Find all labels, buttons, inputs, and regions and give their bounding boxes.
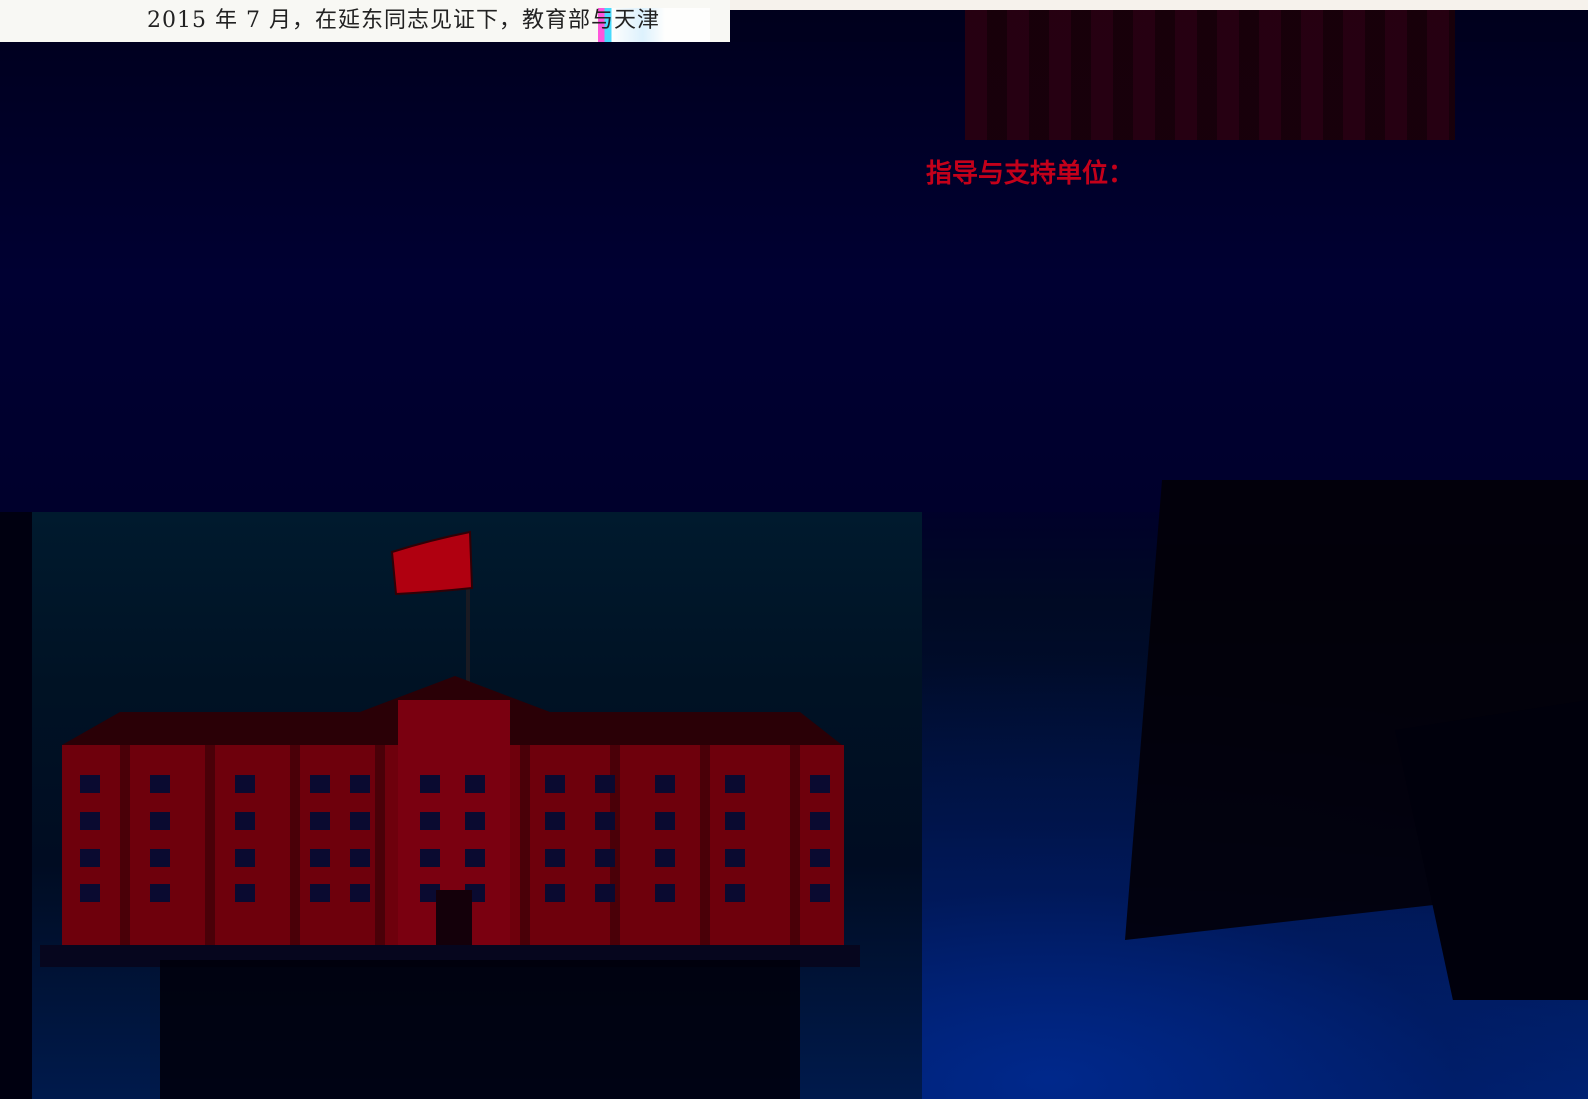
foreground-shadow [160, 960, 800, 1099]
flag-icon [390, 530, 474, 596]
building-entrance [436, 890, 472, 945]
document-text-line: 2015 年 7 月，在延东同志见证下，教育部与天津 [147, 8, 660, 33]
screen-canvas: 2015 年 7 月，在延东同志见证下，教育部与天津 指导与支持单位： [0, 0, 1588, 1099]
